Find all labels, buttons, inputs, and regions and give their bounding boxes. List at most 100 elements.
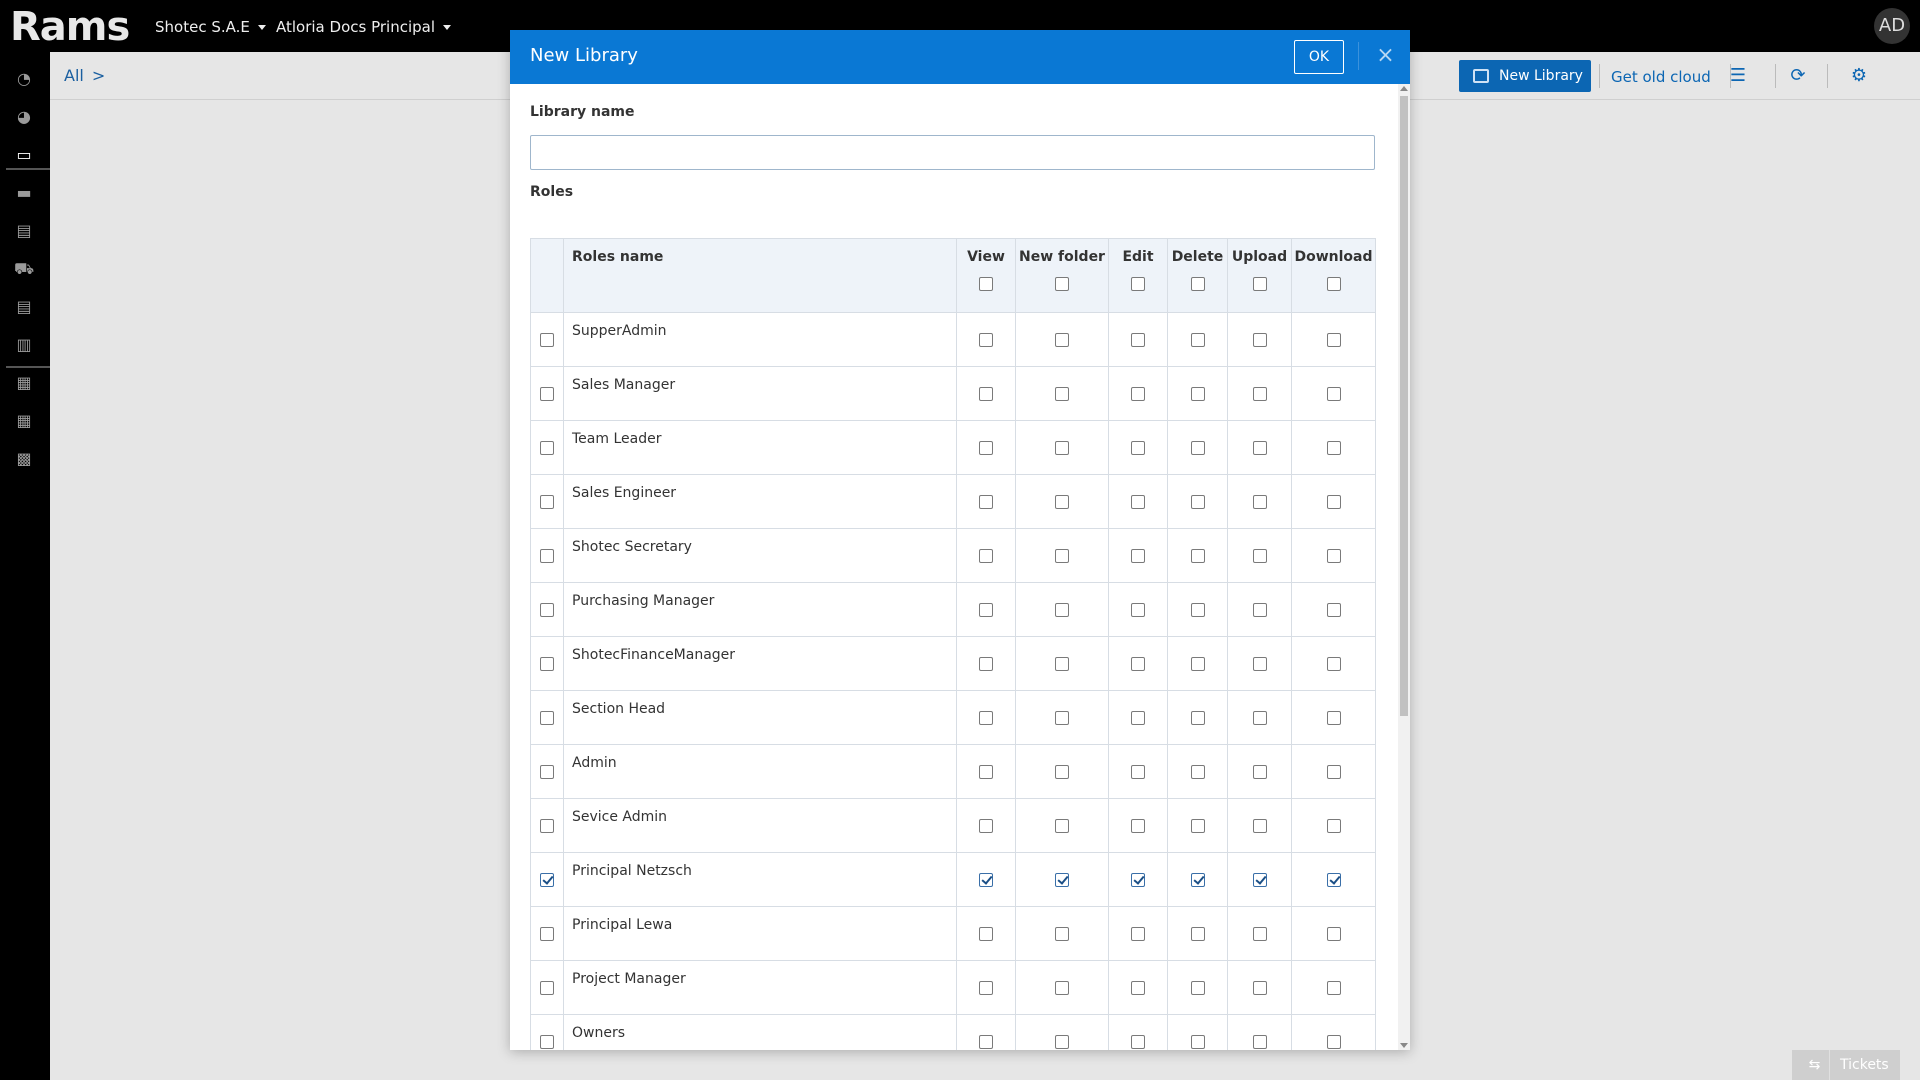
upload-checkbox[interactable]: [1252, 602, 1267, 617]
row-select-checkbox[interactable]: [540, 710, 554, 725]
upload-checkbox[interactable]: [1252, 548, 1267, 563]
delete-checkbox[interactable]: [1190, 818, 1205, 833]
new-folder-checkbox[interactable]: [1055, 818, 1069, 833]
delete-all-checkbox[interactable]: [1190, 277, 1205, 291]
dialog-scrollbar[interactable]: [1398, 84, 1410, 1050]
upload-checkbox[interactable]: [1252, 332, 1267, 347]
row-select-checkbox[interactable]: [540, 494, 554, 509]
view-checkbox[interactable]: [979, 926, 993, 941]
delete-checkbox[interactable]: [1190, 332, 1205, 347]
delete-checkbox[interactable]: [1190, 548, 1205, 563]
edit-checkbox[interactable]: [1131, 926, 1145, 941]
row-select-checkbox[interactable]: [540, 548, 554, 563]
upload-checkbox[interactable]: [1252, 656, 1267, 671]
checklist-icon[interactable]: ▦: [14, 412, 34, 430]
view-checkbox[interactable]: [979, 764, 993, 779]
new-folder-checkbox[interactable]: [1055, 656, 1069, 671]
delete-checkbox[interactable]: [1190, 980, 1205, 995]
view-checkbox[interactable]: [979, 818, 993, 833]
report-icon[interactable]: ▤: [14, 298, 34, 316]
new-folder-all-checkbox[interactable]: [1055, 277, 1069, 291]
view-checkbox[interactable]: [979, 332, 993, 347]
edit-checkbox[interactable]: [1131, 602, 1145, 617]
upload-checkbox[interactable]: [1252, 872, 1267, 887]
view-checkbox[interactable]: [979, 710, 993, 725]
row-select-checkbox[interactable]: [540, 332, 554, 347]
new-folder-checkbox[interactable]: [1055, 710, 1069, 725]
delete-checkbox[interactable]: [1190, 872, 1205, 887]
download-checkbox[interactable]: [1326, 764, 1341, 779]
breadcrumb-all[interactable]: All: [64, 66, 84, 85]
new-folder-checkbox[interactable]: [1055, 926, 1069, 941]
tickets-button[interactable]: ⇆ Tickets: [1792, 1050, 1900, 1080]
new-folder-checkbox[interactable]: [1055, 602, 1069, 617]
gear-icon[interactable]: ⚙: [1849, 66, 1869, 86]
view-all-checkbox[interactable]: [979, 277, 993, 291]
breadcrumb[interactable]: All >: [64, 66, 105, 85]
edit-checkbox[interactable]: [1131, 440, 1145, 455]
edit-checkbox[interactable]: [1131, 872, 1145, 887]
edit-checkbox[interactable]: [1131, 386, 1145, 401]
row-select-checkbox[interactable]: [540, 818, 554, 833]
briefcase-icon[interactable]: ▬: [14, 184, 34, 202]
download-checkbox[interactable]: [1326, 548, 1341, 563]
row-select-checkbox[interactable]: [540, 764, 554, 779]
dashboard-icon[interactable]: ◕: [14, 108, 34, 126]
delete-checkbox[interactable]: [1190, 656, 1205, 671]
scroll-up-icon[interactable]: [1400, 86, 1408, 91]
new-folder-checkbox[interactable]: [1055, 764, 1069, 779]
delete-checkbox[interactable]: [1190, 494, 1205, 509]
edit-checkbox[interactable]: [1131, 548, 1145, 563]
new-folder-checkbox[interactable]: [1055, 1034, 1069, 1049]
edit-checkbox[interactable]: [1131, 764, 1145, 779]
upload-checkbox[interactable]: [1252, 386, 1267, 401]
row-select-checkbox[interactable]: [540, 602, 554, 617]
edit-all-checkbox[interactable]: [1131, 277, 1145, 291]
row-select-checkbox[interactable]: [540, 980, 554, 995]
new-folder-checkbox[interactable]: [1055, 494, 1069, 509]
upload-checkbox[interactable]: [1252, 764, 1267, 779]
delete-checkbox[interactable]: [1190, 926, 1205, 941]
new-folder-checkbox[interactable]: [1055, 386, 1069, 401]
download-checkbox[interactable]: [1326, 926, 1341, 941]
download-checkbox[interactable]: [1326, 332, 1341, 347]
invoice-icon[interactable]: ▥: [14, 336, 34, 354]
view-checkbox[interactable]: [979, 656, 993, 671]
edit-checkbox[interactable]: [1131, 1034, 1145, 1049]
upload-checkbox[interactable]: [1252, 494, 1267, 509]
edit-checkbox[interactable]: [1131, 656, 1145, 671]
download-checkbox[interactable]: [1326, 710, 1341, 725]
row-select-checkbox[interactable]: [540, 656, 554, 671]
new-folder-checkbox[interactable]: [1055, 980, 1069, 995]
report-icon[interactable]: ▤: [14, 222, 34, 240]
edit-checkbox[interactable]: [1131, 980, 1145, 995]
download-checkbox[interactable]: [1326, 872, 1341, 887]
view-checkbox[interactable]: [979, 1034, 993, 1049]
row-select-checkbox[interactable]: [540, 386, 554, 401]
refresh-icon[interactable]: ⟳: [1788, 66, 1808, 86]
delete-checkbox[interactable]: [1190, 764, 1205, 779]
monitor-icon[interactable]: ▭: [14, 146, 34, 164]
new-library-button[interactable]: New Library: [1459, 60, 1591, 92]
download-checkbox[interactable]: [1326, 818, 1341, 833]
download-checkbox[interactable]: [1326, 1034, 1341, 1049]
docs-selector[interactable]: Atloria Docs Principal: [276, 18, 451, 36]
edit-checkbox[interactable]: [1131, 332, 1145, 347]
delete-checkbox[interactable]: [1190, 386, 1205, 401]
view-checkbox[interactable]: [979, 872, 993, 887]
delete-checkbox[interactable]: [1190, 710, 1205, 725]
close-icon[interactable]: ×: [1358, 42, 1398, 70]
edit-checkbox[interactable]: [1131, 494, 1145, 509]
grid-icon[interactable]: ▩: [14, 450, 34, 468]
ok-button[interactable]: OK: [1294, 40, 1344, 74]
scroll-down-icon[interactable]: [1400, 1043, 1408, 1048]
avatar[interactable]: AD: [1874, 8, 1910, 44]
company-selector[interactable]: Shotec S.A.E: [155, 18, 266, 36]
row-select-checkbox[interactable]: [540, 440, 554, 455]
download-checkbox[interactable]: [1326, 656, 1341, 671]
download-checkbox[interactable]: [1326, 980, 1341, 995]
download-checkbox[interactable]: [1326, 602, 1341, 617]
download-checkbox[interactable]: [1326, 494, 1341, 509]
upload-checkbox[interactable]: [1252, 710, 1267, 725]
upload-checkbox[interactable]: [1252, 980, 1267, 995]
